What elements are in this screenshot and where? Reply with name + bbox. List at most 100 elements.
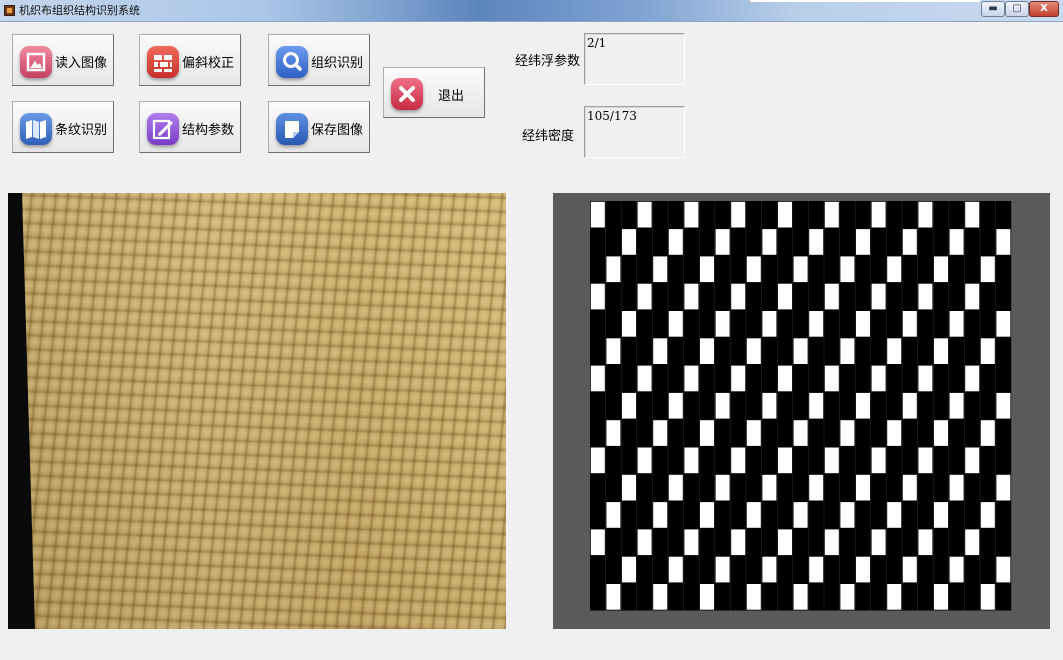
weave-cell bbox=[622, 556, 636, 583]
skew-correct-button[interactable]: 偏斜校正 bbox=[139, 34, 241, 86]
weave-cell bbox=[746, 256, 761, 283]
weave-cell bbox=[762, 556, 777, 583]
weave-cell bbox=[856, 311, 870, 337]
weave-cell bbox=[606, 256, 621, 283]
open-image-button[interactable]: 读入图像 bbox=[12, 34, 114, 86]
title-bar[interactable]: 机织布组织结构识别系统 ▬ ▢ X bbox=[0, 0, 1063, 22]
weave-cell bbox=[949, 392, 964, 419]
weave-recognize-button[interactable]: 组织识别 bbox=[268, 34, 370, 86]
weave-cell bbox=[637, 529, 652, 556]
weave-cell bbox=[871, 365, 886, 392]
weave-cell bbox=[965, 283, 980, 310]
weave-cell bbox=[684, 365, 699, 392]
save-image-button[interactable]: 保存图像 bbox=[268, 101, 370, 153]
close-window-button[interactable]: X bbox=[1029, 1, 1059, 17]
weave-cell bbox=[715, 392, 730, 419]
title-bar-highlight bbox=[750, 0, 980, 2]
weave-cell bbox=[887, 420, 902, 446]
weave-cell bbox=[606, 502, 621, 528]
save-image-label: 保存图像 bbox=[311, 123, 364, 138]
weave-cell bbox=[949, 229, 964, 255]
app-icon bbox=[4, 5, 15, 16]
weave-cell bbox=[840, 502, 855, 528]
weave-cell bbox=[637, 201, 652, 228]
window-title: 机织布组织结构识别系统 bbox=[19, 4, 140, 17]
weave-cell bbox=[918, 283, 933, 310]
open-image-label: 读入图像 bbox=[55, 56, 108, 71]
minimize-button[interactable]: ▬ bbox=[981, 1, 1005, 17]
weave-cell bbox=[934, 584, 948, 610]
weave-cell bbox=[996, 556, 1011, 583]
weave-cell bbox=[902, 392, 917, 419]
weave-cell bbox=[949, 474, 964, 501]
weave-cell bbox=[622, 392, 636, 419]
weave-cell bbox=[731, 365, 746, 392]
map-icon bbox=[20, 113, 52, 145]
weave-cell bbox=[668, 556, 683, 583]
weave-cell bbox=[965, 201, 980, 228]
weave-cell bbox=[778, 447, 792, 474]
weave-cell bbox=[778, 529, 792, 556]
weave-cell bbox=[793, 584, 808, 610]
weave-cell bbox=[996, 311, 1011, 337]
float-param-label: 经纬浮参数 bbox=[515, 54, 581, 69]
weave-cell bbox=[996, 474, 1011, 501]
exit-button[interactable]: 退出 bbox=[383, 67, 485, 118]
weave-cell bbox=[653, 502, 668, 528]
weave-cell bbox=[793, 256, 808, 283]
edit-icon bbox=[147, 113, 179, 145]
weave-cell bbox=[606, 420, 621, 446]
weave-cell bbox=[778, 201, 792, 228]
weave-cell bbox=[809, 474, 824, 501]
float-param-field[interactable]: 2/1 bbox=[584, 33, 685, 85]
weave-cell bbox=[871, 283, 886, 310]
weave-cell bbox=[871, 447, 886, 474]
weave-cell bbox=[793, 420, 808, 446]
weave-cell bbox=[980, 338, 995, 364]
structure-params-button[interactable]: 结构参数 bbox=[139, 101, 241, 153]
weave-cell bbox=[731, 447, 746, 474]
weave-cell bbox=[887, 502, 902, 528]
weave-cell bbox=[965, 447, 980, 474]
weave-cell bbox=[840, 338, 855, 364]
fabric-image-edge bbox=[8, 193, 35, 629]
stripe-recognize-button[interactable]: 条纹识别 bbox=[12, 101, 114, 153]
weave-cell bbox=[934, 256, 948, 283]
weave-cell bbox=[809, 556, 824, 583]
weave-cell bbox=[762, 229, 777, 255]
weave-pattern-grid bbox=[590, 201, 1012, 611]
weave-cell bbox=[980, 420, 995, 446]
weave-cell bbox=[606, 584, 621, 610]
weave-cell bbox=[684, 447, 699, 474]
weave-cell bbox=[996, 229, 1011, 255]
weave-cell bbox=[934, 502, 948, 528]
weave-cell bbox=[731, 283, 746, 310]
weave-cell bbox=[622, 311, 636, 337]
weave-cell bbox=[840, 584, 855, 610]
weave-cell bbox=[715, 311, 730, 337]
weave-cell bbox=[715, 229, 730, 255]
weave-cell bbox=[746, 502, 761, 528]
weave-cell bbox=[793, 502, 808, 528]
weave-cell bbox=[965, 365, 980, 392]
weave-cell bbox=[887, 584, 902, 610]
weave-pattern-panel bbox=[553, 193, 1050, 629]
weave-cell bbox=[590, 447, 605, 474]
weave-cell bbox=[746, 420, 761, 446]
weave-cell bbox=[590, 529, 605, 556]
weave-cell bbox=[590, 283, 605, 310]
weave-cell bbox=[980, 502, 995, 528]
weave-cell bbox=[840, 420, 855, 446]
weave-cell bbox=[762, 474, 777, 501]
weave-cell bbox=[856, 229, 870, 255]
maximize-button[interactable]: ▢ bbox=[1005, 1, 1029, 17]
density-field[interactable]: 105/173 bbox=[584, 106, 685, 158]
weave-cell bbox=[980, 256, 995, 283]
weave-cell bbox=[653, 584, 668, 610]
weave-cell bbox=[902, 311, 917, 337]
weave-cell bbox=[856, 392, 870, 419]
weave-cell bbox=[934, 338, 948, 364]
weave-cell bbox=[778, 365, 792, 392]
fabric-image bbox=[8, 193, 506, 629]
weave-cell bbox=[668, 474, 683, 501]
